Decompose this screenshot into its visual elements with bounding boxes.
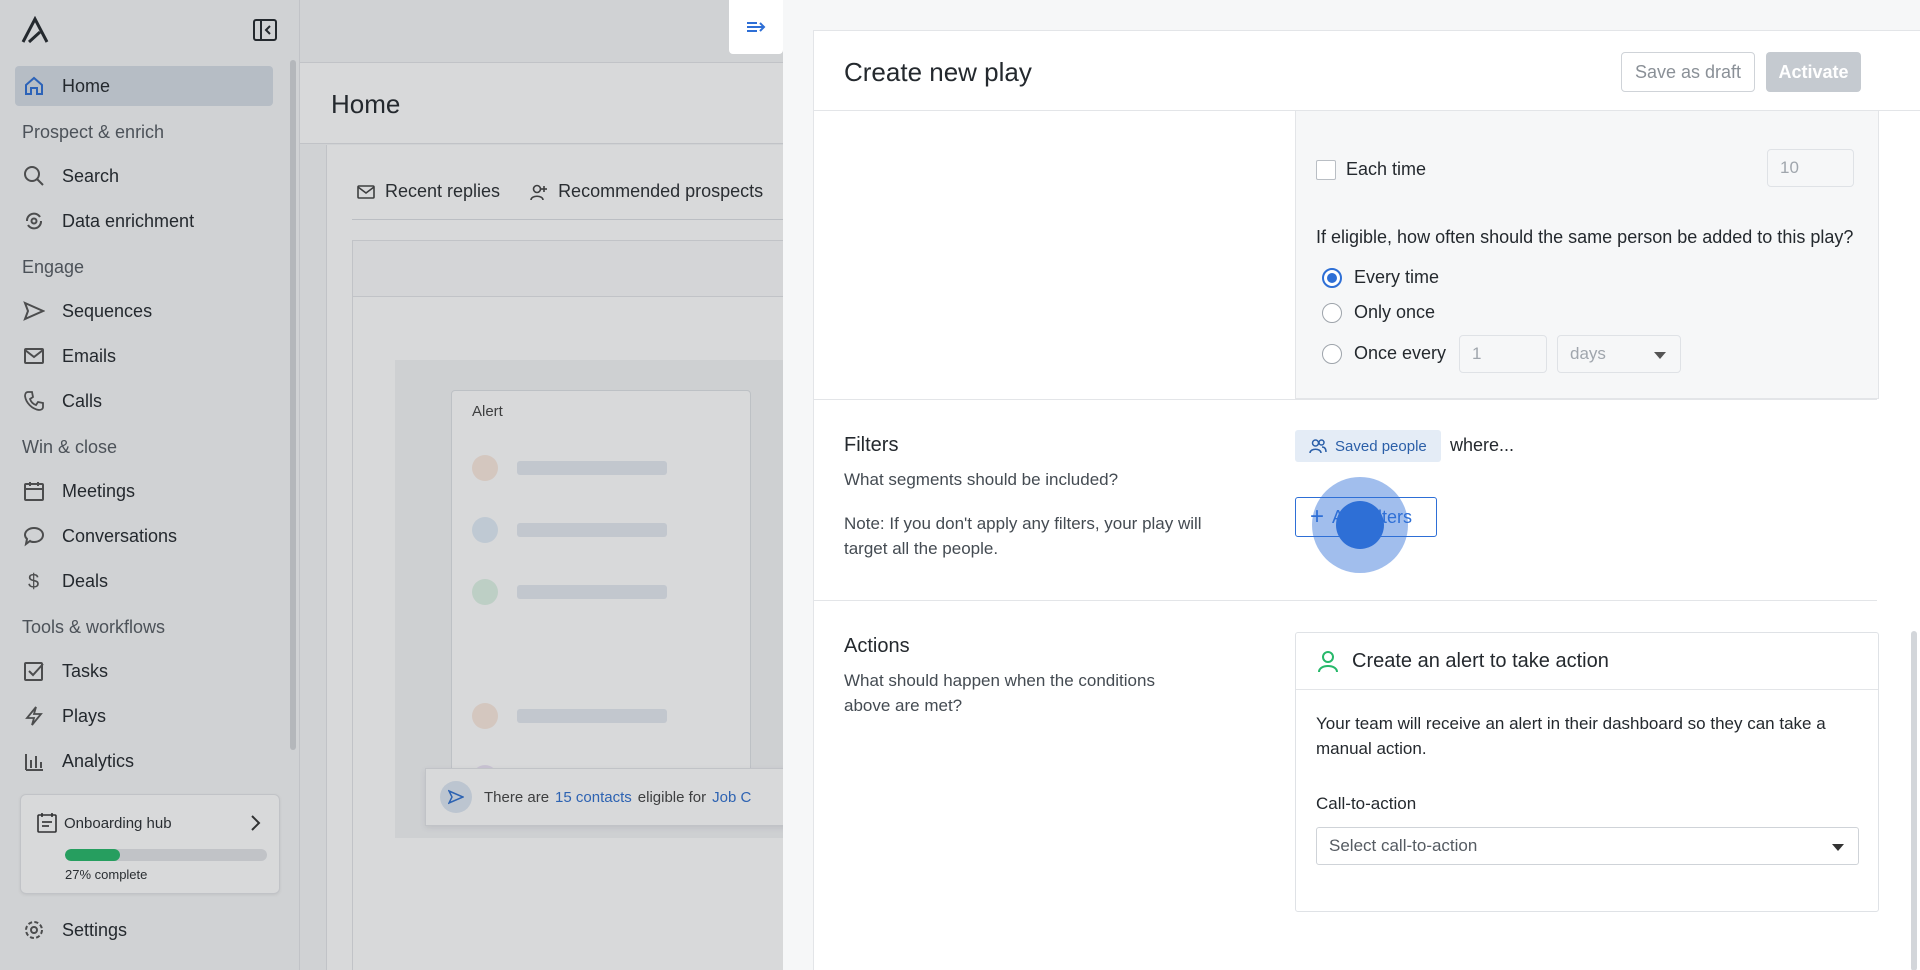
where-text: where... — [1450, 435, 1515, 455]
person-icon — [1318, 651, 1338, 673]
saved-people-chip[interactable]: Saved people — [1295, 430, 1441, 462]
caret-down-icon — [1654, 352, 1666, 359]
radio-button[interactable] — [1322, 343, 1342, 364]
once-every-number-input[interactable]: 1 — [1459, 335, 1547, 373]
each-time-checkbox[interactable] — [1316, 160, 1336, 180]
arrow-right-lines-icon — [747, 22, 766, 32]
activate-button[interactable]: Activate — [1766, 52, 1861, 92]
radio-once-every[interactable]: Once every — [1322, 343, 1446, 364]
action-card-title: Create an alert to take action — [1352, 649, 1609, 672]
action-card-header: Create an alert to take action — [1296, 633, 1878, 690]
click-indicator-dot — [1336, 501, 1384, 549]
radio-only-once[interactable]: Only once — [1322, 302, 1435, 323]
filters-note: Note: If you don't apply any filters, yo… — [844, 514, 1202, 558]
radio-label: Every time — [1354, 267, 1440, 287]
panel-header: Create new play Save as draft Activate — [814, 31, 1920, 111]
radio-button[interactable] — [1322, 267, 1342, 288]
action-card-body: Your team will receive an alert in their… — [1316, 714, 1826, 758]
panel-title: Create new play — [844, 57, 1032, 87]
caret-down-icon — [1832, 844, 1844, 851]
radio-label: Only once — [1354, 302, 1436, 322]
section-divider — [814, 399, 1877, 400]
filters-title: Filters — [844, 434, 899, 456]
cta-label: Call-to-action — [1316, 794, 1417, 813]
actions-title: Actions — [844, 635, 910, 657]
select-value: days — [1570, 344, 1606, 363]
radio-button[interactable] — [1322, 302, 1342, 323]
section-divider — [814, 600, 1877, 601]
radio-every-time[interactable]: Every time — [1322, 267, 1439, 288]
frequency-settings: Each time 10 If eligible, how often shou… — [1295, 111, 1879, 399]
select-placeholder: Select call-to-action — [1329, 836, 1478, 855]
drawer-toggle-button[interactable] — [729, 0, 783, 54]
filters-desc: What segments should be included? — [844, 470, 1119, 489]
call-to-action-select[interactable]: Select call-to-action — [1316, 827, 1859, 865]
chip-label: Saved people — [1335, 437, 1427, 455]
radio-label: Once every — [1354, 343, 1447, 363]
frequency-question: If eligible, how often should the same p… — [1316, 227, 1854, 247]
save-as-draft-button[interactable]: Save as draft — [1621, 52, 1755, 92]
each-time-input[interactable]: 10 — [1767, 149, 1854, 187]
people-icon — [1309, 439, 1327, 454]
panel-scrollbar[interactable] — [1911, 631, 1917, 970]
alert-action-card: Create an alert to take action Your team… — [1295, 632, 1879, 912]
once-every-unit-select[interactable]: days — [1557, 335, 1681, 373]
each-time-label: Each time — [1346, 159, 1427, 179]
actions-desc: What should happen when the conditions a… — [844, 671, 1155, 715]
